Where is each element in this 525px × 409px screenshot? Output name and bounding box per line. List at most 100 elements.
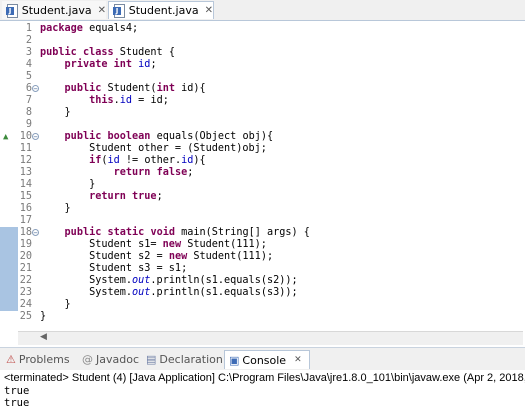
code-text: } xyxy=(40,299,71,310)
code-text: private int id; xyxy=(64,59,157,70)
code-text: package equals4; xyxy=(40,23,139,34)
debug-marker xyxy=(0,263,18,275)
line-number: 21 xyxy=(19,263,32,274)
debug-marker xyxy=(0,287,18,299)
debug-marker xyxy=(0,227,18,239)
code-line: 13 return false; xyxy=(0,167,525,179)
editor-tab-label: Student.java xyxy=(21,3,92,17)
fold-toggle-icon[interactable]: − xyxy=(32,133,39,141)
fold-toggle-icon[interactable]: − xyxy=(32,229,39,237)
close-icon[interactable]: ✕ xyxy=(98,5,106,16)
line-number: 2 xyxy=(25,35,32,46)
debug-marker xyxy=(0,251,18,263)
line-number: 13 xyxy=(19,167,32,178)
line-number: 23 xyxy=(19,287,32,298)
code-line: 24 } xyxy=(0,299,525,311)
code-line: 5 xyxy=(0,71,525,83)
line-number: 24 xyxy=(19,299,32,310)
tab-console[interactable]: ▣ Console ✕ xyxy=(224,350,310,369)
line-number: 11 xyxy=(19,143,32,154)
line-number: 5 xyxy=(25,71,32,82)
code-text: return true; xyxy=(89,191,163,202)
code-line: 25} xyxy=(0,311,525,323)
code-text: Student other = (Student)obj; xyxy=(40,143,267,154)
line-number: 17 xyxy=(19,215,32,226)
java-file-icon: J xyxy=(113,4,125,18)
declaration-icon: ▤ xyxy=(146,352,157,366)
code-line: 4 private int id; xyxy=(0,59,525,71)
line-number: 12 xyxy=(19,155,32,166)
tab-label: Javadoc xyxy=(96,352,139,366)
line-number: 14 xyxy=(19,179,32,190)
code-text: return false; xyxy=(113,167,194,178)
code-text: Student s3 = s1; xyxy=(40,263,188,274)
code-text: public static void main(String[] args) { xyxy=(64,227,310,238)
console-output: <terminated> Student (4) [Java Applicati… xyxy=(0,370,525,409)
code-line: 8 } xyxy=(0,107,525,119)
line-number: 19 xyxy=(19,239,32,250)
editor-tab-label: Student.java xyxy=(128,4,199,17)
line-number: 9 xyxy=(25,119,32,130)
problems-icon: ⚠ xyxy=(6,352,16,366)
override-marker-icon: ▲ xyxy=(3,132,9,142)
console-output-line: true xyxy=(4,385,30,397)
code-text: public class Student { xyxy=(40,47,175,58)
code-line: 21 Student s3 = s1; xyxy=(0,263,525,275)
code-line: 20 Student s2 = new Student(111); xyxy=(0,251,525,263)
close-icon[interactable]: ✕ xyxy=(205,5,213,16)
line-number: 16 xyxy=(19,203,32,214)
fold-toggle-icon[interactable]: − xyxy=(32,85,39,93)
editor-tab-bar: J Student.java ✕ J Student.java ✕ xyxy=(0,0,525,21)
close-icon[interactable]: ✕ xyxy=(294,355,302,365)
code-text: if(id != other.id){ xyxy=(89,155,206,166)
bottom-view-tabs: ⚠ Problems @ Javadoc ▤ Declaration ▣ Con… xyxy=(0,347,525,371)
code-text: } xyxy=(40,311,47,322)
line-number: 20 xyxy=(19,251,32,262)
code-line: 11 Student other = (Student)obj; xyxy=(0,143,525,155)
horizontal-scrollbar[interactable]: ◀ xyxy=(18,331,523,345)
code-text: this.id = id; xyxy=(89,95,169,106)
code-text: public Student(int id){ xyxy=(64,83,206,94)
tab-label: Console xyxy=(242,353,287,367)
code-line: 22 System.out.println(s1.equals(s2)); xyxy=(0,275,525,287)
javadoc-icon: @ xyxy=(82,352,93,366)
code-line: 9 xyxy=(0,119,525,131)
debug-marker xyxy=(0,275,18,287)
code-text: System.out.println(s1.equals(s3)); xyxy=(40,287,298,298)
line-number: 8 xyxy=(25,107,32,118)
tab-javadoc[interactable]: @ Javadoc xyxy=(82,350,139,368)
line-number: 22 xyxy=(19,275,32,286)
editor-tab-student-java-1[interactable]: J Student.java ✕ xyxy=(2,1,106,19)
debug-marker xyxy=(0,239,18,251)
code-line: 1 package equals4; xyxy=(0,23,525,35)
editor-tab-student-java-2[interactable]: J Student.java ✕ xyxy=(108,1,214,19)
code-text: public boolean equals(Object obj){ xyxy=(64,131,274,142)
code-line: 17 xyxy=(0,215,525,227)
java-file-icon: J xyxy=(6,3,18,18)
code-text: Student s1= new Student(111); xyxy=(40,239,267,250)
tab-problems[interactable]: ⚠ Problems xyxy=(6,350,70,368)
code-line: 14 } xyxy=(0,179,525,191)
code-line: 7 this.id = id; xyxy=(0,95,525,107)
code-text: } xyxy=(40,107,71,118)
code-line: ▲ 10− public boolean equals(Object obj){ xyxy=(0,131,525,143)
code-editor[interactable]: 1 package equals4; 2 3 public class Student … xyxy=(0,21,525,345)
console-icon: ▣ xyxy=(229,353,240,367)
console-status: <terminated> Student (4) [Java Applicati… xyxy=(4,372,525,384)
line-number: 25 xyxy=(19,311,32,322)
code-line: 6− public Student(int id){ xyxy=(0,83,525,95)
line-number: 3 xyxy=(25,47,32,58)
code-line: 19 Student s1= new Student(111); xyxy=(0,239,525,251)
line-number: 15 xyxy=(19,191,32,202)
line-number: 18 xyxy=(19,227,32,238)
line-number: 4 xyxy=(25,59,32,70)
tab-label: Problems xyxy=(18,352,70,366)
code-text: } xyxy=(40,203,71,214)
scroll-left-icon[interactable]: ◀ xyxy=(40,332,47,342)
console-output-line: true xyxy=(4,397,30,409)
tab-declaration[interactable]: ▤ Declaration xyxy=(146,350,223,368)
line-number: 10 xyxy=(19,131,32,142)
code-text: } xyxy=(40,179,96,190)
code-line: 2 xyxy=(0,35,525,47)
code-line: 3 public class Student { xyxy=(0,47,525,59)
